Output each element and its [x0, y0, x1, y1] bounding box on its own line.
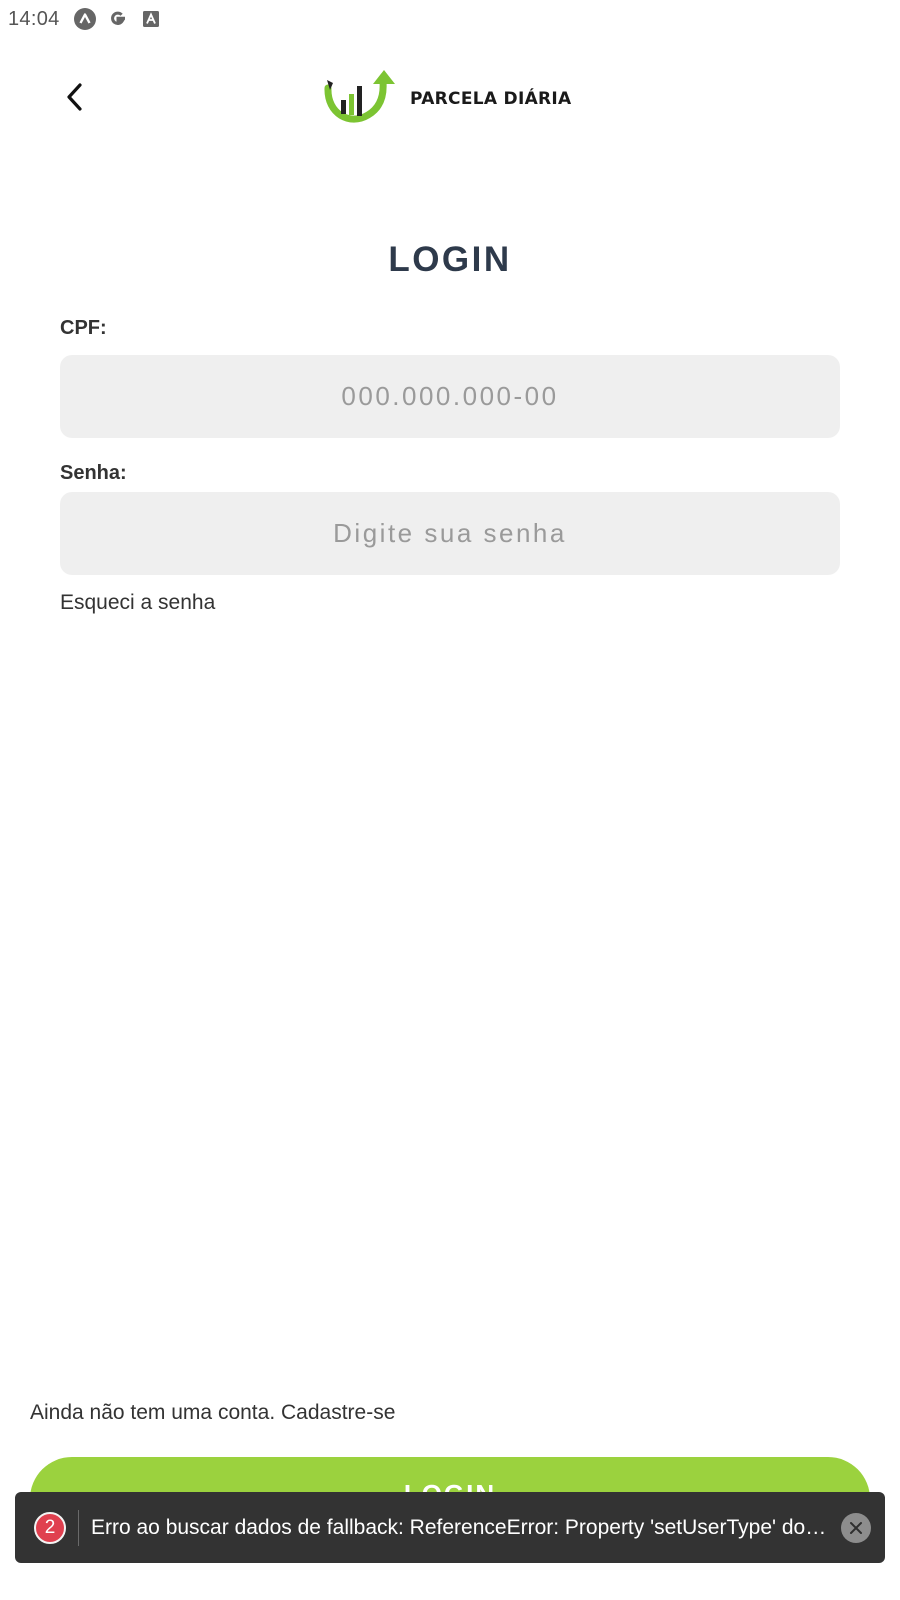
back-button[interactable] [52, 74, 98, 120]
text-box-icon [140, 8, 162, 30]
toast-divider [78, 1509, 79, 1546]
signup-link[interactable]: Ainda não tem uma conta. Cadastre-se [30, 1401, 395, 1425]
password-label: Senha: [60, 462, 127, 484]
error-toast[interactable]: 2 Erro ao buscar dados de fallback: Refe… [15, 1492, 885, 1563]
google-icon [107, 8, 129, 30]
status-bar: 14:04 [0, 0, 900, 38]
page-title: LOGIN [388, 240, 512, 279]
header: PARCELA DIÁRIA [0, 62, 900, 132]
status-time: 14:04 [8, 7, 60, 30]
growth-chart-icon [324, 70, 395, 123]
toast-close-button[interactable] [841, 1512, 871, 1543]
password-input[interactable] [60, 492, 840, 575]
chevron-left-icon [67, 83, 82, 111]
cpf-label: CPF: [60, 317, 107, 339]
error-count-badge: 2 [34, 1511, 66, 1544]
forgot-password-link[interactable]: Esqueci a senha [60, 591, 215, 615]
cpf-input[interactable] [60, 355, 840, 438]
a-logo-icon [73, 8, 96, 30]
app-logo: PARCELA DIÁRIA [324, 70, 572, 128]
close-icon [850, 1521, 862, 1534]
toast-message: Erro ao buscar dados de fallback: Refere… [91, 1515, 831, 1539]
logo-text: PARCELA DIÁRIA [410, 89, 572, 109]
